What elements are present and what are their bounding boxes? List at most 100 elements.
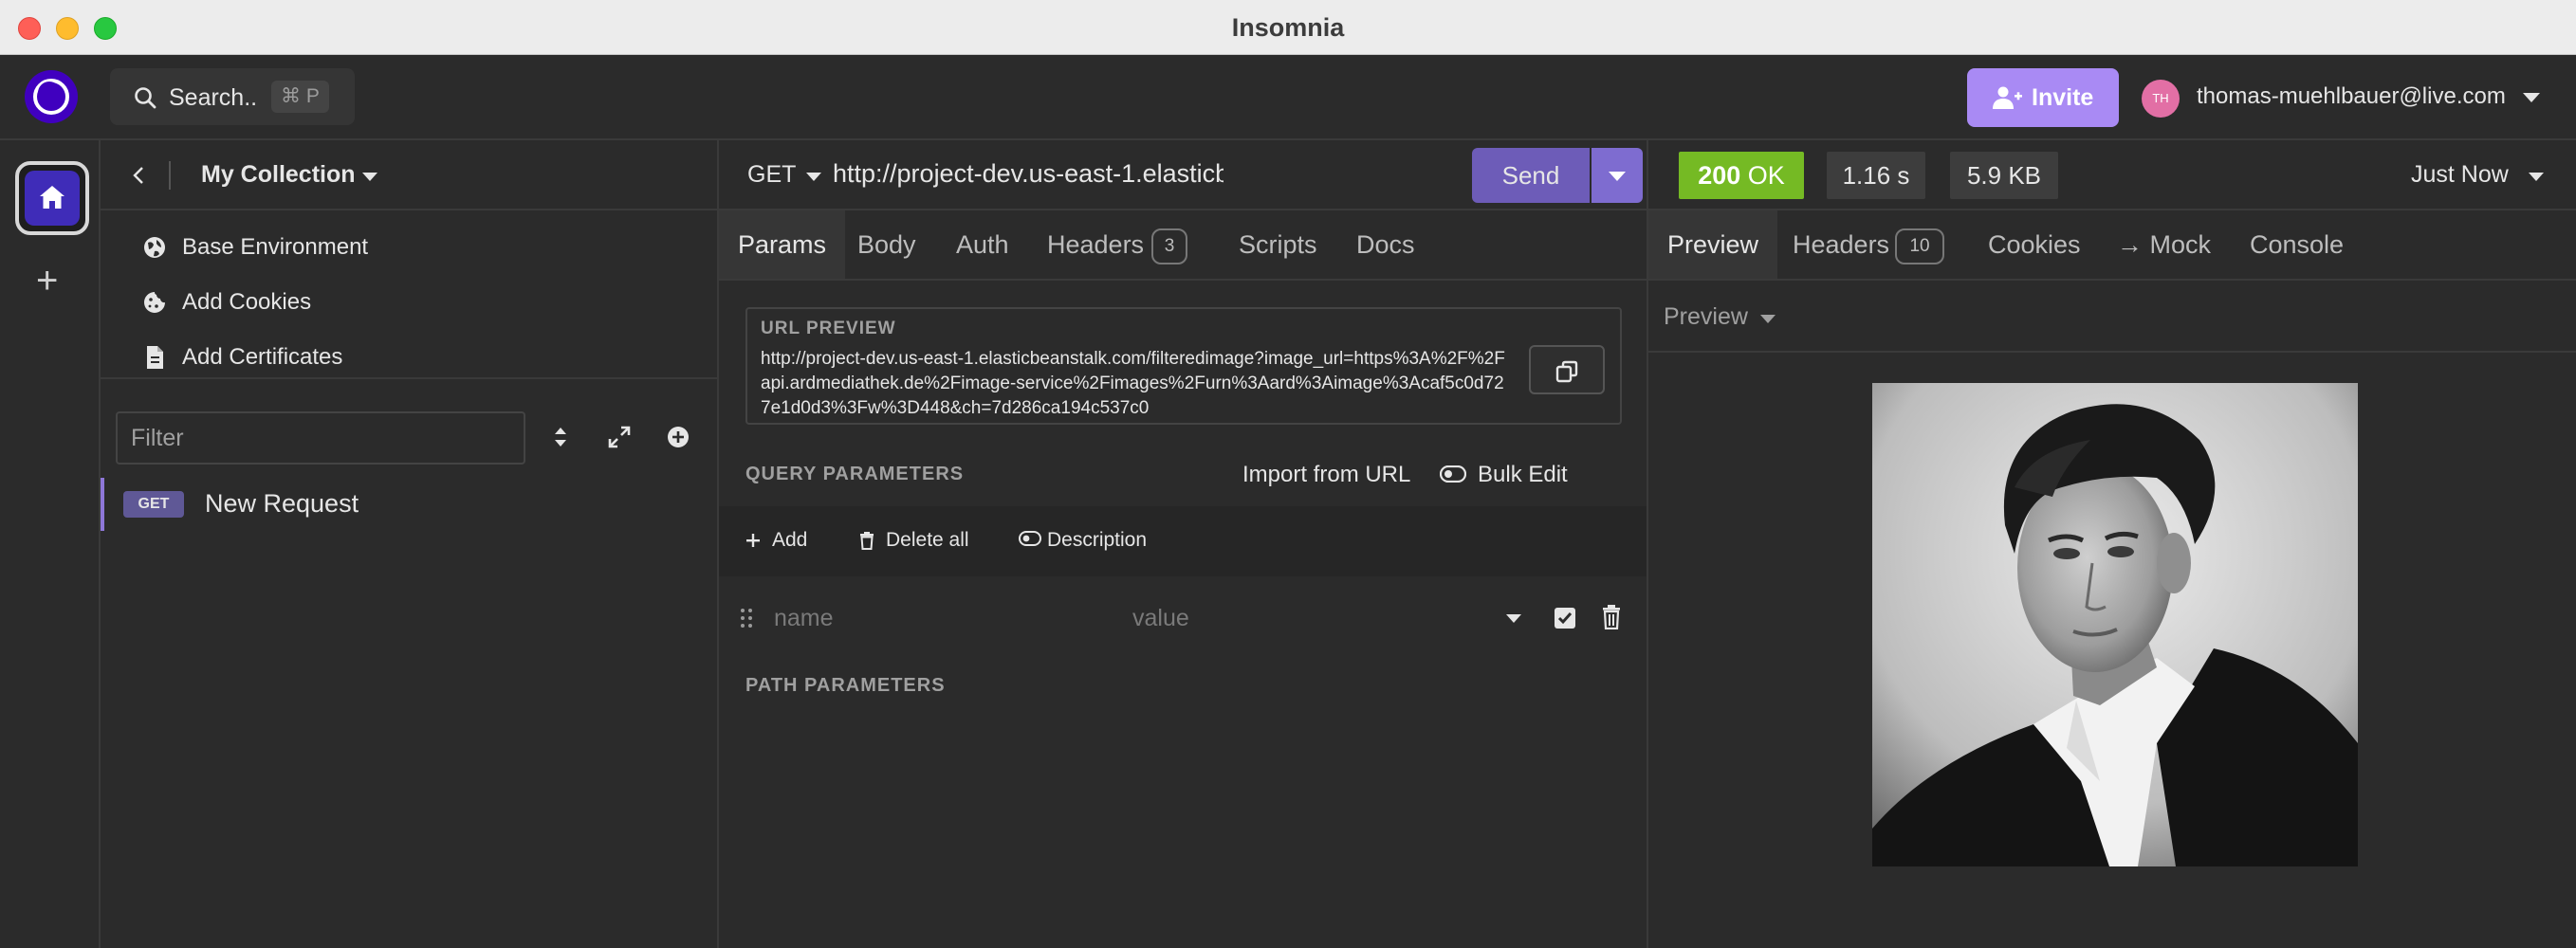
checkbox-icon[interactable] [1554, 607, 1576, 629]
tab-docs[interactable]: Docs [1337, 210, 1434, 279]
bulk-edit-toggle[interactable]: Bulk Edit [1440, 462, 1568, 488]
sidebar-item-label: Base Environment [182, 234, 369, 260]
tab-console[interactable]: Console [2231, 210, 2363, 279]
method-badge: GET [123, 491, 184, 518]
url-input[interactable]: http://project-dev.us-east-1.elasticbean… [833, 159, 1224, 191]
drag-handle-icon[interactable] [740, 607, 753, 629]
invite-label: Invite [2032, 84, 2094, 111]
tab-label: Preview [1667, 230, 1759, 259]
collection-sidebar: My Collection Base Environment Add Cooki… [101, 140, 719, 948]
url-preview-box: URL PREVIEW http://project-dev.us-east-1… [745, 307, 1622, 425]
param-name-input[interactable] [774, 601, 1096, 635]
query-param-row [719, 588, 1647, 648]
user-email[interactable]: thomas-muehlbauer@live.com [2197, 83, 2506, 110]
tab-response-headers[interactable]: Headers 10 [1774, 210, 1963, 279]
chevron-down-icon[interactable] [1760, 315, 1776, 323]
toggle-icon [1019, 531, 1041, 546]
delete-all-button[interactable]: Delete all [857, 529, 969, 552]
tab-mock[interactable]: → Mock [2098, 210, 2230, 279]
invite-button[interactable]: Invite [1967, 68, 2119, 127]
copy-icon [1555, 360, 1578, 383]
tab-label: Auth [956, 230, 1009, 259]
filter-field[interactable] [116, 411, 525, 465]
top-bar: Search.. ⌘ P Invite TH thomas-muehlbauer… [0, 55, 2576, 140]
add-param-button[interactable]: Add [744, 529, 807, 552]
search-shortcut: ⌘ P [271, 81, 329, 113]
tab-auth[interactable]: Auth [937, 210, 1028, 279]
response-image-preview [1872, 383, 2358, 866]
insomnia-logo-icon[interactable] [25, 70, 78, 123]
plus-icon [746, 534, 760, 547]
filter-input[interactable] [118, 413, 524, 463]
request-name: New Request [205, 489, 359, 518]
path-parameters-heading: PATH PARAMETERS [745, 675, 946, 696]
avatar[interactable]: TH [2142, 80, 2180, 118]
chevron-down-icon[interactable] [2529, 173, 2544, 181]
request-tabs: Params Body Auth Headers 3 Scripts Docs [719, 210, 1647, 281]
status-badge: 200 OK [1679, 152, 1804, 199]
window-title: Insomnia [1231, 13, 1345, 42]
description-toggle[interactable]: Description [1019, 529, 1147, 552]
request-list-item[interactable]: GET New Request [101, 478, 717, 531]
response-size-badge: 5.9 KB [1950, 152, 2058, 199]
response-pane: 200 OK 1.16 s 5.9 KB Just Now Preview He… [1648, 140, 2576, 948]
home-icon [40, 186, 64, 209]
toggle-icon [1440, 465, 1466, 483]
add-project-button[interactable]: + [36, 262, 58, 300]
certificate-icon [147, 346, 163, 369]
tab-cookies[interactable]: Cookies [1969, 210, 2100, 279]
method-select[interactable]: GET [747, 161, 796, 189]
send-button[interactable]: Send [1472, 148, 1590, 203]
query-actions-bar: Add Delete all Description [719, 506, 1647, 576]
active-indicator [101, 478, 104, 531]
tab-label: Headers [1793, 230, 1890, 259]
search-button[interactable]: Search.. ⌘ P [110, 68, 355, 125]
delete-all-label: Delete all [886, 529, 969, 551]
tab-params[interactable]: Params [719, 210, 846, 279]
tab-label: Cookies [1988, 230, 2081, 259]
project-rail: + [0, 140, 101, 948]
back-chevron-icon[interactable] [129, 165, 148, 186]
tab-label: → Mock [2117, 230, 2212, 259]
tab-headers[interactable]: Headers 3 [1028, 210, 1206, 279]
chevron-down-icon[interactable] [362, 173, 377, 181]
add-user-icon [1993, 86, 2022, 109]
response-history-dropdown[interactable]: Just Now [2411, 161, 2509, 189]
status-code: 200 [1698, 161, 1741, 190]
tab-preview[interactable]: Preview [1648, 210, 1778, 279]
headers-count-badge: 3 [1151, 228, 1188, 264]
home-button[interactable] [15, 161, 89, 235]
send-options-button[interactable] [1592, 148, 1643, 203]
tab-scripts[interactable]: Scripts [1220, 210, 1336, 279]
collection-name[interactable]: My Collection [201, 161, 356, 189]
copy-url-button[interactable] [1529, 345, 1605, 394]
url-preview-label: URL PREVIEW [761, 319, 896, 338]
tab-label: Docs [1356, 230, 1415, 259]
response-status-bar: 200 OK 1.16 s 5.9 KB Just Now [1648, 140, 2576, 210]
bulk-edit-label: Bulk Edit [1478, 462, 1568, 487]
chevron-down-icon[interactable] [806, 173, 821, 181]
add-label: Add [772, 529, 808, 551]
globe-icon [144, 237, 165, 258]
tab-label: Console [2250, 230, 2345, 259]
trash-icon [860, 532, 874, 550]
portrait-photo [1872, 383, 2358, 866]
chevron-down-icon[interactable] [1506, 614, 1521, 623]
query-parameters-heading: QUERY PARAMETERS [745, 464, 965, 484]
tab-body[interactable]: Body [838, 210, 935, 279]
param-value-input[interactable] [1132, 601, 1474, 635]
tab-label: Headers [1047, 230, 1145, 259]
tab-label: Params [738, 230, 827, 259]
expand-icon[interactable] [607, 425, 632, 449]
sidebar-item-label: Add Cookies [182, 289, 312, 315]
url-bar: GET http://project-dev.us-east-1.elastic… [719, 140, 1647, 210]
tab-label: Scripts [1239, 230, 1317, 259]
sort-icon[interactable] [548, 425, 573, 449]
headers-count-badge: 10 [1895, 228, 1945, 264]
plus-circle-icon[interactable] [666, 425, 690, 449]
chevron-down-icon[interactable] [2523, 93, 2540, 102]
search-label: Search.. [169, 84, 258, 111]
import-from-url-button[interactable]: Import from URL [1242, 462, 1410, 488]
preview-mode-dropdown[interactable]: Preview [1664, 303, 1748, 331]
trash-icon[interactable] [1601, 605, 1622, 629]
